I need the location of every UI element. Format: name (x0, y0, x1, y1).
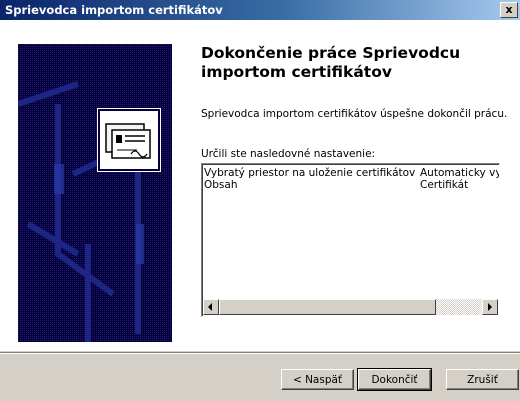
wizard-side-banner (18, 44, 172, 342)
success-message: Sprievodca importom certifikátov úspešne… (201, 108, 508, 120)
scroll-left-button[interactable] (203, 299, 219, 315)
close-button[interactable]: x (500, 2, 518, 18)
back-button[interactable]: < Naspäť (281, 369, 354, 390)
setting-name: Vybratý priestor na uloženie certifikáto… (204, 167, 416, 179)
settings-label: Určili ste nasledovné nastavenie: (201, 148, 376, 160)
scroll-right-button[interactable] (482, 299, 498, 315)
close-icon: x (505, 3, 513, 16)
banner-graphic (18, 44, 172, 342)
page-title: Dokončenie práce Sprievodcu importom cer… (201, 44, 461, 81)
setting-value: Certifikát (420, 179, 469, 191)
scroll-thumb[interactable] (219, 299, 436, 315)
horizontal-scrollbar[interactable] (203, 299, 498, 315)
setting-value: Automaticky vy (420, 167, 500, 179)
settings-list[interactable]: Vybratý priestor na uloženie certifikáto… (201, 163, 500, 317)
button-separator (0, 352, 520, 354)
finish-button[interactable]: Dokončiť (357, 368, 432, 391)
setting-name: Obsah (204, 179, 238, 191)
title-bar[interactable]: Sprievodca importom certifikátov x (0, 0, 520, 20)
arrow-right-icon (488, 303, 492, 311)
certificate-icon (97, 108, 161, 172)
arrow-left-icon (208, 303, 212, 311)
window-title: Sprievodca importom certifikátov (5, 3, 223, 17)
cancel-button[interactable]: Zrušiť (446, 369, 519, 390)
